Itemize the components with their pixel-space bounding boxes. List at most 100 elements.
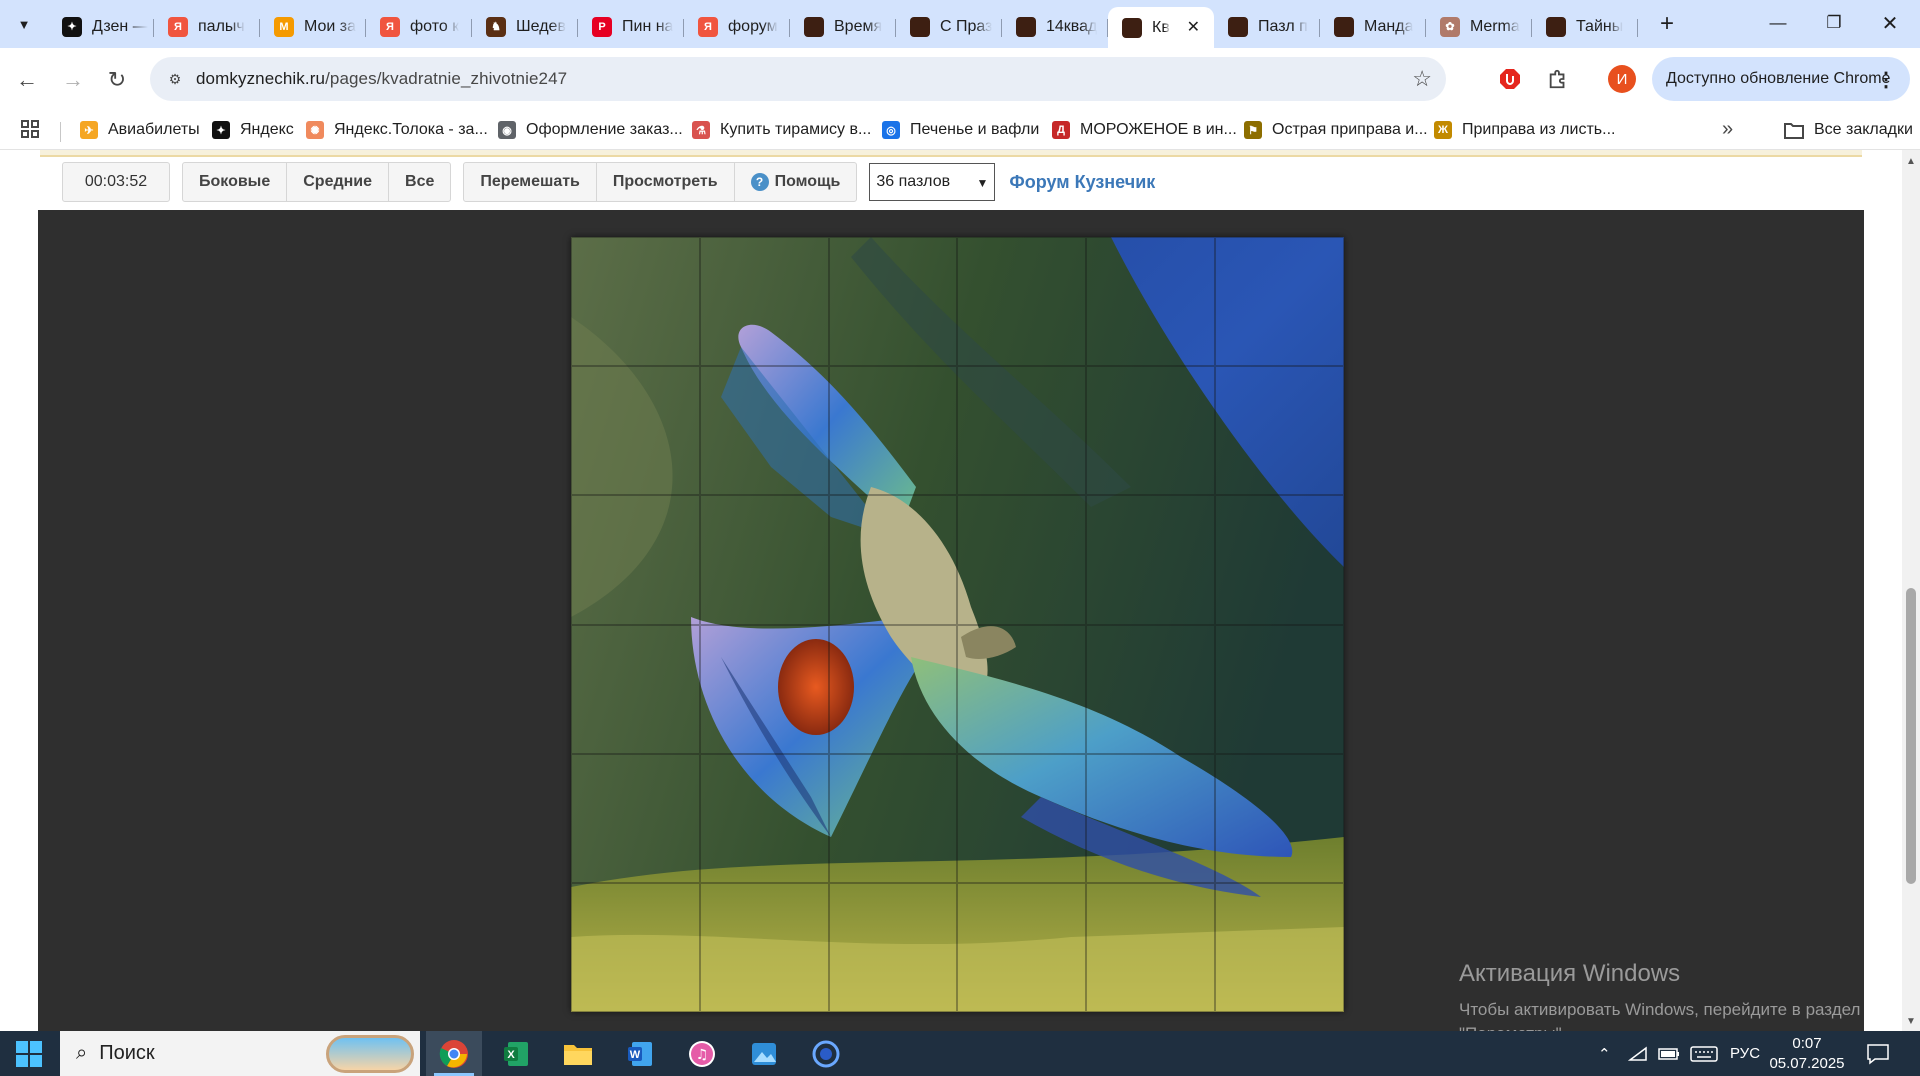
tab-7[interactable]: Время: [790, 9, 896, 44]
puzzle-piece[interactable]: [699, 237, 829, 367]
puzzle-piece[interactable]: [957, 237, 1087, 367]
photos-icon[interactable]: [736, 1031, 792, 1076]
file-explorer-icon[interactable]: [550, 1031, 606, 1076]
forum-link[interactable]: Форум Кузнечик: [1009, 162, 1155, 202]
scroll-up-arrow-icon[interactable]: ▲: [1906, 156, 1916, 167]
tab-1[interactable]: Япалыч: [154, 9, 260, 44]
puzzle-piece[interactable]: [1215, 882, 1344, 1012]
tab-13[interactable]: ✿ Merma: [1426, 9, 1532, 44]
battery-icon[interactable]: [1658, 1031, 1680, 1076]
tab-0[interactable]: ✦ Дзен —: [48, 9, 154, 44]
puzzle-piece[interactable]: [571, 366, 700, 496]
bookmark-item-2[interactable]: ✺ Яндекс.Толока - за...: [306, 110, 488, 150]
bookmark-item-5[interactable]: ◎ Печенье и вафли: [882, 110, 1039, 150]
page-scrollbar[interactable]: ▲ ▼: [1902, 150, 1920, 1031]
chrome-update-button[interactable]: Доступно обновление Chrome ⋮: [1652, 57, 1910, 101]
bookmark-item-7[interactable]: ⚑ Острая приправа и...: [1244, 110, 1428, 150]
puzzle-piece[interactable]: [699, 882, 829, 1012]
puzzle-piece[interactable]: [571, 237, 700, 367]
more-bookmarks-chevron-icon[interactable]: »: [1722, 118, 1733, 141]
scroll-thumb[interactable]: [1906, 588, 1916, 884]
tab-close-icon[interactable]: ✕: [1187, 17, 1200, 37]
preview-button[interactable]: Просмотреть: [597, 163, 735, 201]
view-middle-button[interactable]: Средние: [287, 163, 390, 201]
bookmark-item-1[interactable]: ✦ Яндекс: [212, 110, 294, 150]
puzzle-piece[interactable]: [957, 366, 1087, 496]
puzzle-piece[interactable]: [828, 495, 958, 625]
bookmark-item-8[interactable]: Ж Приправа из листь...: [1434, 110, 1615, 150]
puzzle-piece[interactable]: [1086, 495, 1216, 625]
language-indicator[interactable]: РУС: [1730, 1031, 1760, 1076]
tab-3[interactable]: Яфото к: [366, 9, 472, 44]
puzzle-piece[interactable]: [699, 624, 829, 754]
puzzle-piece[interactable]: [1086, 237, 1216, 367]
restore-icon[interactable]: ❐: [1806, 0, 1862, 46]
notifications-icon[interactable]: [1866, 1031, 1890, 1076]
all-bookmarks-button[interactable]: Все закладки: [1784, 110, 1913, 150]
address-bar[interactable]: ⚙ domkyznechik.ru/pages/kvadratnie_zhivo…: [150, 57, 1446, 101]
puzzle-piece[interactable]: [1086, 366, 1216, 496]
puzzle-piece[interactable]: [1086, 753, 1216, 883]
show-hidden-icons-chevron-icon[interactable]: ⌃: [1598, 1031, 1611, 1076]
tab-12[interactable]: Манда: [1320, 9, 1426, 44]
puzzle-piece[interactable]: [1215, 495, 1344, 625]
puzzle-piece[interactable]: [699, 753, 829, 883]
tab-11[interactable]: Пазл п: [1214, 9, 1320, 44]
tab-5[interactable]: P Пин на: [578, 9, 684, 44]
word-icon[interactable]: W: [612, 1031, 668, 1076]
puzzle-piece[interactable]: [1086, 882, 1216, 1012]
piece-count-select[interactable]: 36 пазлов ▼: [869, 163, 996, 201]
url-text[interactable]: domkyznechik.ru/pages/kvadratnie_zhivotn…: [196, 69, 567, 89]
close-window-icon[interactable]: ✕: [1862, 0, 1918, 46]
tab-2[interactable]: M Мои за: [260, 9, 366, 44]
forward-arrow-icon[interactable]: →: [56, 63, 90, 97]
puzzle-piece[interactable]: [699, 495, 829, 625]
reload-icon[interactable]: ↻: [100, 63, 134, 97]
view-all-button[interactable]: Все: [389, 163, 450, 201]
minimize-icon[interactable]: —: [1750, 0, 1806, 46]
puzzle-piece[interactable]: [571, 495, 700, 625]
puzzle-piece[interactable]: [1215, 624, 1344, 754]
puzzle-piece[interactable]: [828, 624, 958, 754]
excel-icon[interactable]: X: [488, 1031, 544, 1076]
tab-6[interactable]: Яфорум: [684, 9, 790, 44]
puzzle-piece[interactable]: [957, 882, 1087, 1012]
puzzle-piece[interactable]: [1215, 237, 1344, 367]
puzzle-piece[interactable]: [828, 366, 958, 496]
more-menu-icon[interactable]: ⋮: [1876, 67, 1896, 92]
site-info-icon[interactable]: ⚙: [164, 68, 186, 90]
puzzle-piece[interactable]: [1215, 366, 1344, 496]
profile-avatar[interactable]: И: [1608, 65, 1636, 93]
puzzle-piece[interactable]: [957, 753, 1087, 883]
app-icon[interactable]: [798, 1031, 854, 1076]
new-tab-plus-icon[interactable]: +: [1652, 9, 1682, 39]
puzzle-piece[interactable]: [957, 624, 1087, 754]
network-icon[interactable]: [1628, 1031, 1648, 1076]
system-clock[interactable]: 0:07 05.07.2025: [1762, 1034, 1852, 1074]
puzzle-piece[interactable]: [1215, 753, 1344, 883]
help-button[interactable]: ? Помощь: [735, 163, 857, 201]
shuffle-button[interactable]: Перемешать: [464, 163, 597, 201]
puzzle-piece[interactable]: [699, 366, 829, 496]
keyboard-icon[interactable]: [1690, 1031, 1718, 1076]
back-arrow-icon[interactable]: ←: [10, 63, 44, 97]
tab-search-chevron-icon[interactable]: ▼: [10, 10, 38, 38]
puzzle-piece[interactable]: [957, 495, 1087, 625]
bookmark-item-3[interactable]: ◉ Оформление заказ...: [498, 110, 683, 150]
view-edges-button[interactable]: Боковые: [183, 163, 288, 201]
puzzle-piece[interactable]: [828, 753, 958, 883]
tab-10[interactable]: Кв ✕: [1108, 7, 1214, 48]
adblock-extension-icon[interactable]: [1496, 65, 1524, 93]
puzzle-piece[interactable]: [828, 237, 958, 367]
apps-grid-icon[interactable]: [20, 119, 40, 144]
extensions-puzzle-icon[interactable]: [1544, 65, 1572, 93]
puzzle-piece[interactable]: [571, 882, 700, 1012]
puzzle-piece[interactable]: [571, 624, 700, 754]
bookmark-item-4[interactable]: ⚗ Купить тирамису в...: [692, 110, 871, 150]
tab-8[interactable]: С Праз: [896, 9, 1002, 44]
itunes-icon[interactable]: ♫: [674, 1031, 730, 1076]
scroll-down-arrow-icon[interactable]: ▼: [1906, 1016, 1916, 1027]
puzzle-piece[interactable]: [1086, 624, 1216, 754]
bookmark-star-icon[interactable]: ☆: [1412, 66, 1432, 92]
tab-14[interactable]: Тайны: [1532, 9, 1638, 44]
